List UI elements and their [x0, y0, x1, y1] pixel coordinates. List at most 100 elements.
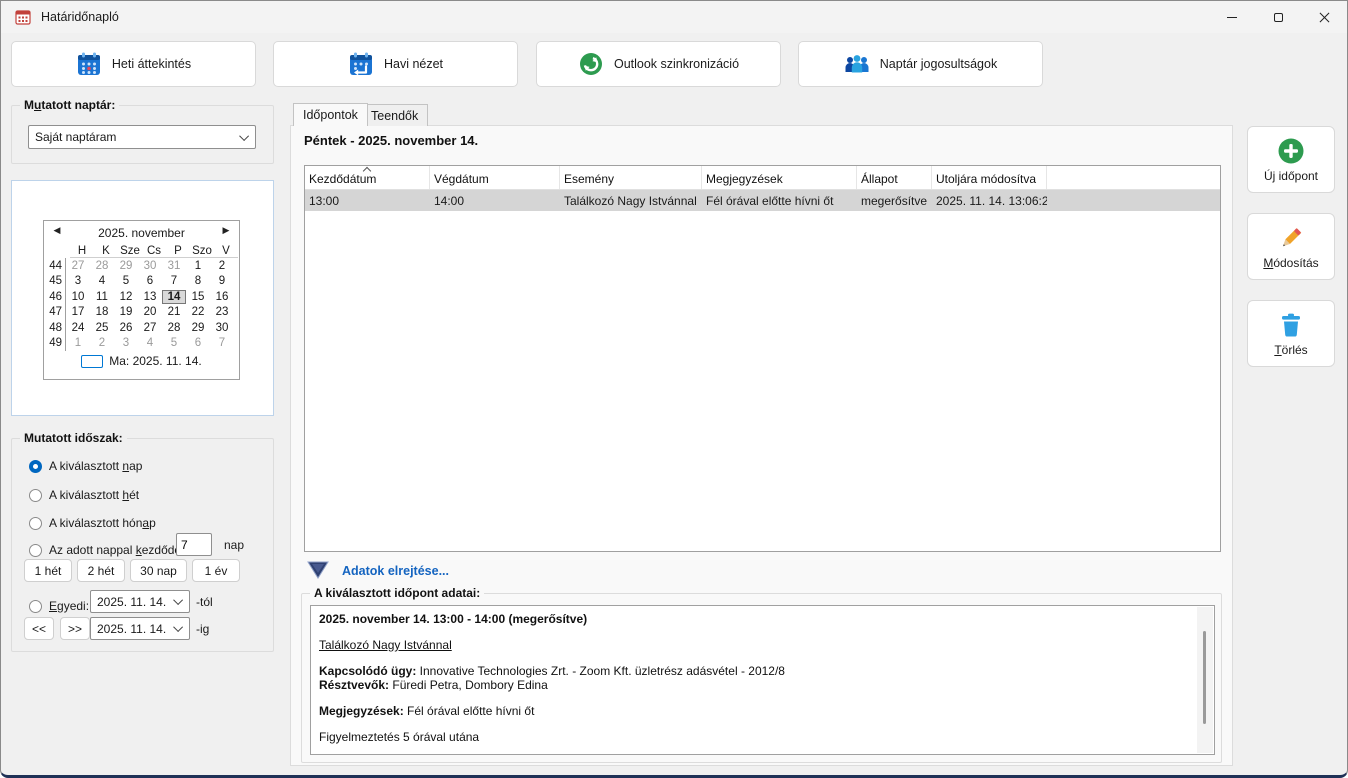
calendar-day[interactable]: 30	[210, 322, 234, 334]
calendar-day[interactable]: 7	[162, 275, 186, 287]
calendar-day[interactable]: 6	[138, 275, 162, 287]
column-header[interactable]: Utoljára módosítva	[932, 166, 1047, 189]
days-suffix-label: nap	[224, 538, 244, 552]
monthly-view-button[interactable]: Havi nézet	[273, 41, 518, 87]
calendar-day[interactable]: 5	[114, 275, 138, 287]
calendar-day[interactable]: 26	[114, 322, 138, 334]
quick-period-button[interactable]: 1 hét	[24, 559, 72, 582]
quick-period-button[interactable]: 30 nap	[130, 559, 187, 582]
column-header[interactable]: Megjegyzések	[702, 166, 857, 189]
quick-period-button[interactable]: 2 hét	[77, 559, 125, 582]
appointments-table[interactable]: KezdődátumVégdátumEseményMegjegyzésekÁll…	[304, 165, 1221, 552]
step-back-button[interactable]: <<	[24, 617, 54, 640]
minimize-button[interactable]	[1209, 1, 1255, 33]
calendar-day[interactable]: 15	[186, 291, 210, 303]
prev-month-icon[interactable]: ◀	[50, 225, 64, 236]
radio-dot	[29, 460, 42, 473]
maximize-button[interactable]	[1255, 1, 1301, 33]
calendar-day[interactable]: 5	[162, 337, 186, 349]
step-forward-label: >>	[68, 622, 82, 636]
next-month-icon[interactable]: ▶	[219, 225, 233, 236]
hide-details-link[interactable]: Adatok elrejtése...	[342, 564, 449, 578]
calendar-day[interactable]: 29	[186, 322, 210, 334]
radio-selected-day-label: A kiválasztott nap	[49, 459, 142, 473]
shown-period-group-label: Mutatott időszak:	[20, 431, 127, 445]
calendar-day[interactable]: 21	[162, 306, 186, 318]
calendar-day[interactable]: 29	[114, 260, 138, 272]
calendar-day[interactable]: 25	[90, 322, 114, 334]
days-count-input[interactable]	[176, 533, 212, 556]
radio-selected-day[interactable]: A kiválasztott nap	[29, 459, 142, 473]
tab-todos[interactable]: Teendők	[361, 104, 428, 126]
calendar-day[interactable]: 20	[138, 306, 162, 318]
calendar-day[interactable]: 27	[66, 260, 90, 272]
tab-appointments[interactable]: Időpontok	[293, 103, 368, 126]
close-icon	[1319, 12, 1330, 23]
from-date-select[interactable]: 2025. 11. 14.	[90, 590, 190, 613]
delete-button[interactable]: Törlés	[1247, 300, 1335, 367]
calendar-day[interactable]: 4	[138, 337, 162, 349]
calendar-day[interactable]: 10	[66, 291, 90, 303]
column-header[interactable]: Végdátum	[430, 166, 560, 189]
calendar-day[interactable]: 31	[162, 260, 186, 272]
today-label[interactable]: Ma: 2025. 11. 14.	[109, 354, 202, 368]
calendar-day[interactable]: 7	[210, 337, 234, 349]
calendar-day[interactable]: 4	[90, 275, 114, 287]
calendar-day[interactable]: 8	[186, 275, 210, 287]
table-row[interactable]: 13:0014:00Találkozó Nagy IstvánnalFél ór…	[305, 190, 1220, 211]
calendar-day-header: K	[94, 245, 118, 257]
to-date-select[interactable]: 2025. 11. 14.	[90, 617, 190, 640]
calendar-day[interactable]: 18	[90, 306, 114, 318]
calendar-day[interactable]: 23	[210, 306, 234, 318]
calendar-permissions-button[interactable]: Naptár jogosultságok	[798, 41, 1043, 87]
calendar-day[interactable]: 30	[138, 260, 162, 272]
weekly-overview-button[interactable]: Heti áttekintés	[11, 41, 256, 87]
calendar-day[interactable]: 6	[186, 337, 210, 349]
chevron-down-icon	[239, 131, 249, 141]
calendar-day-header: H	[70, 245, 94, 257]
calendar-day[interactable]: 9	[210, 275, 234, 287]
hide-details-arrow-icon[interactable]	[306, 561, 330, 580]
calendar-day[interactable]: 16	[210, 291, 234, 303]
radio-selected-month[interactable]: A kiválasztott hónap	[29, 516, 156, 530]
calendar-day[interactable]: 24	[66, 322, 90, 334]
column-header[interactable]: Kezdődátum	[305, 166, 430, 189]
appointment-details-area[interactable]: 2025. november 14. 13:00 - 14:00 (megerő…	[310, 605, 1215, 755]
calendar-day[interactable]: 19	[114, 306, 138, 318]
quick-period-button[interactable]: 1 év	[192, 559, 240, 582]
column-header[interactable]: Állapot	[857, 166, 932, 189]
calendar-select[interactable]: Saját naptáram	[28, 125, 256, 149]
calendar-day[interactable]: 13	[138, 291, 162, 303]
column-header[interactable]: Esemény	[560, 166, 702, 189]
calendar-day[interactable]: 28	[162, 322, 186, 334]
new-appointment-button[interactable]: Új időpont	[1247, 126, 1335, 193]
month-calendar[interactable]: ◀ 2025. november ▶ HKSzeCsPSzoV 44272829…	[43, 220, 240, 380]
radio-custom-period[interactable]: Egyedi:	[29, 599, 89, 613]
calendar-day[interactable]: 22	[186, 306, 210, 318]
details-scrollbar[interactable]	[1197, 607, 1213, 753]
calendar-day[interactable]: 12	[114, 291, 138, 303]
calendar-day-selected[interactable]: 14	[162, 290, 186, 304]
calendar-day[interactable]: 2	[90, 337, 114, 349]
calendar-week-row: 453456789	[44, 274, 239, 290]
calendar-day[interactable]: 27	[138, 322, 162, 334]
calendar-day[interactable]: 3	[66, 275, 90, 287]
calendar-day[interactable]: 28	[90, 260, 114, 272]
radio-selected-week[interactable]: A kiválasztott hét	[29, 488, 139, 502]
details-event-link[interactable]: Találkozó Nagy Istvánnal	[319, 638, 452, 652]
calendar-day[interactable]: 11	[90, 291, 114, 303]
calendar-day[interactable]: 17	[66, 306, 90, 318]
calendar-day[interactable]: 1	[66, 337, 90, 349]
calendar-day[interactable]: 1	[186, 260, 210, 272]
radio-days-from-date[interactable]: Az adott nappal kezdődő	[29, 543, 181, 557]
calendar-week-row: 4610111213141516	[44, 289, 239, 305]
shown-calendar-group: Mutatott naptár: Saját naptáram	[11, 105, 274, 164]
outlook-sync-button[interactable]: Outlook szinkronizáció	[536, 41, 781, 87]
step-forward-button[interactable]: >>	[60, 617, 90, 640]
calendar-day[interactable]: 2	[210, 260, 234, 272]
calendar-day[interactable]: 3	[114, 337, 138, 349]
close-button[interactable]	[1301, 1, 1347, 33]
monthly-calendar-icon	[348, 51, 374, 77]
modify-button[interactable]: Módosítás	[1247, 213, 1335, 280]
details-scrollbar-thumb[interactable]	[1203, 631, 1206, 724]
